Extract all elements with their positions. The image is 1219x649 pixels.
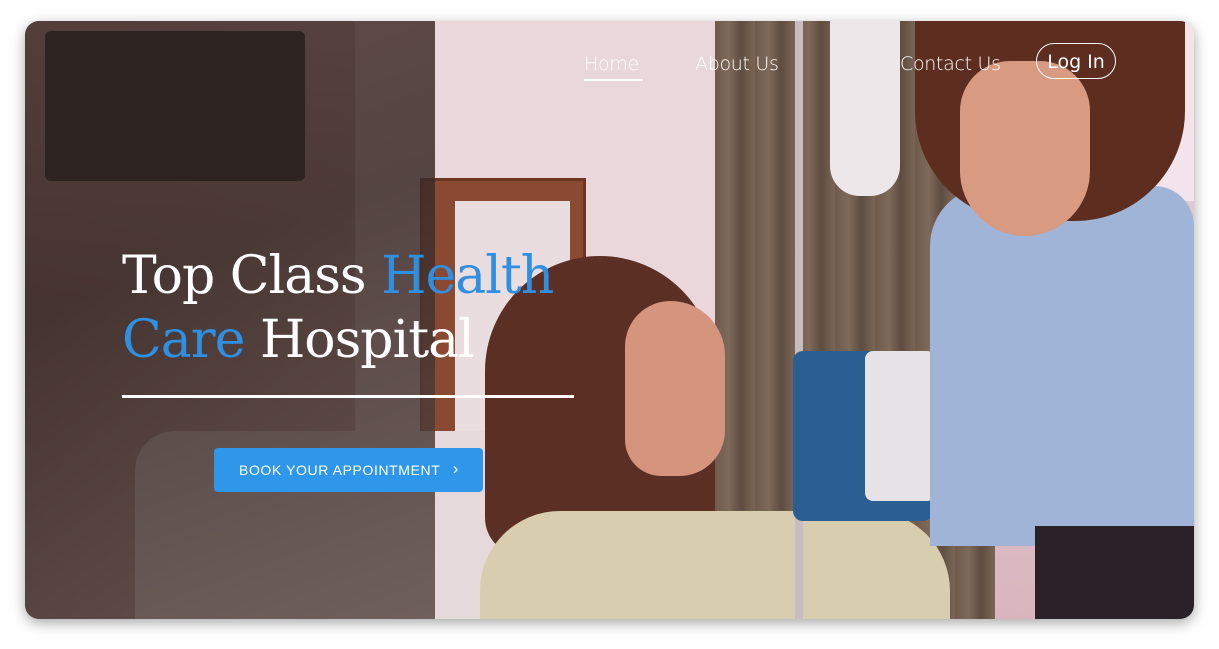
hero-divider [122, 395, 574, 398]
chevron-right-icon: › [452, 459, 459, 478]
book-appointment-label: BOOK YOUR APPOINTMENT [239, 462, 441, 478]
login-button[interactable]: Log In [1036, 43, 1116, 79]
nav-contact-link[interactable]: Contact Us [900, 53, 1001, 75]
nav-about-link[interactable]: About Us [695, 53, 779, 75]
hero-section: Home About Us Contact Us Log In Top Clas… [25, 21, 1194, 619]
hero-title: Top Class Health Care Hospital [122, 244, 592, 372]
nurse-skirt [1035, 526, 1194, 619]
nav-home-link[interactable]: Home [584, 53, 639, 75]
book-appointment-button[interactable]: BOOK YOUR APPOINTMENT › [214, 448, 483, 492]
top-nav: Home About Us Contact Us Log In [25, 21, 1194, 101]
nurse-shirt [930, 186, 1194, 546]
hero-title-part1: Top Class [122, 246, 382, 306]
hero-title-part4: Hospital [244, 310, 475, 370]
patient-gown [480, 511, 950, 619]
hero-title-highlight-care: Care [122, 310, 245, 370]
hero-title-highlight-health: Health [381, 246, 554, 306]
infusion-pump-panel [865, 351, 935, 501]
iv-pole [795, 21, 803, 619]
nav-home-active-underline [584, 79, 643, 81]
patient-face [625, 301, 725, 476]
